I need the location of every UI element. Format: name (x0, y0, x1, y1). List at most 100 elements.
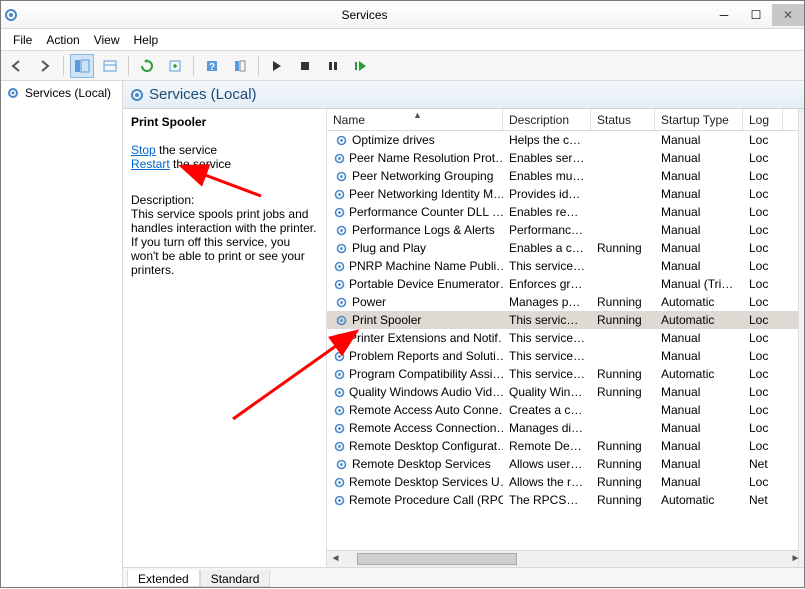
col-logon[interactable]: Log (743, 109, 783, 130)
vertical-scroll-strip[interactable] (798, 109, 804, 567)
sort-indicator-icon: ▲ (413, 110, 422, 120)
table-row[interactable]: Remote Desktop ServicesAllows user…Runni… (327, 455, 804, 473)
tab-standard[interactable]: Standard (200, 570, 271, 587)
service-status-cell: Running (591, 313, 655, 327)
start-service-button[interactable] (265, 54, 289, 78)
minimize-button[interactable]: ─ (708, 4, 740, 26)
menu-help[interactable]: Help (128, 31, 165, 49)
export-list-button[interactable] (163, 54, 187, 78)
service-logon-cell: Net (743, 457, 783, 471)
restart-line: Restart the service (131, 157, 318, 171)
col-status[interactable]: Status (591, 109, 655, 130)
table-row[interactable]: Optimize drivesHelps the c…ManualLoc (327, 131, 804, 149)
scroll-left-icon[interactable]: ◄ (327, 551, 344, 566)
sidebar-toggle-button[interactable] (228, 54, 252, 78)
refresh-button[interactable] (135, 54, 159, 78)
table-row[interactable]: Performance Counter DLL …Enables rem…Man… (327, 203, 804, 221)
stop-service-button[interactable] (293, 54, 317, 78)
service-desc-cell: Allows the r… (503, 475, 591, 489)
table-row[interactable]: Remote Desktop Configurat…Remote Des…Run… (327, 437, 804, 455)
table-row[interactable]: Printer Extensions and Notif…This servic… (327, 329, 804, 347)
help-button[interactable]: ? (200, 54, 224, 78)
menu-action[interactable]: Action (40, 31, 85, 49)
col-startup[interactable]: Startup Type (655, 109, 743, 130)
service-startup-cell: Manual (655, 151, 743, 165)
scrollbar-thumb[interactable] (357, 553, 517, 565)
service-startup-cell: Manual (655, 331, 743, 345)
service-startup-cell: Automatic (655, 367, 743, 381)
gear-icon (333, 296, 349, 309)
forward-button[interactable] (33, 54, 57, 78)
gear-icon (333, 350, 346, 363)
gear-icon (333, 368, 346, 381)
service-desc-cell: This service… (503, 331, 591, 345)
service-startup-cell: Manual (655, 439, 743, 453)
service-status-cell: Running (591, 241, 655, 255)
gear-icon (333, 314, 349, 327)
restart-service-button[interactable] (349, 54, 373, 78)
table-row[interactable]: Remote Desktop Services U…Allows the r…R… (327, 473, 804, 491)
maximize-button[interactable]: ☐ (740, 4, 772, 26)
service-startup-cell: Manual (655, 241, 743, 255)
gear-icon (333, 278, 346, 291)
service-name-cell: Remote Desktop Services (352, 457, 491, 471)
selected-service-name: Print Spooler (131, 115, 318, 129)
horizontal-scrollbar[interactable]: ◄ ► (327, 550, 804, 567)
table-row[interactable]: Remote Procedure Call (RPC)The RPCSS …Ru… (327, 491, 804, 509)
service-desc-cell: Performanc… (503, 223, 591, 237)
table-row[interactable]: Performance Logs & AlertsPerformanc…Manu… (327, 221, 804, 239)
service-status-cell: Running (591, 385, 655, 399)
properties-button[interactable] (98, 54, 122, 78)
service-logon-cell: Loc (743, 205, 783, 219)
table-row[interactable]: PNRP Machine Name Publi…This service…Man… (327, 257, 804, 275)
table-row[interactable]: Peer Networking GroupingEnables mul…Manu… (327, 167, 804, 185)
service-desc-cell: Creates a co… (503, 403, 591, 417)
service-startup-cell: Manual (655, 349, 743, 363)
table-row[interactable]: Problem Reports and Soluti…This service…… (327, 347, 804, 365)
gear-icon (333, 134, 349, 147)
service-name-cell: Optimize drives (352, 133, 435, 147)
table-row[interactable]: Plug and PlayEnables a c…RunningManualLo… (327, 239, 804, 257)
menu-view[interactable]: View (88, 31, 126, 49)
menu-file[interactable]: File (7, 31, 38, 49)
service-logon-cell: Loc (743, 259, 783, 273)
service-name-cell: Remote Desktop Services U… (349, 475, 503, 489)
service-logon-cell: Loc (743, 439, 783, 453)
titlebar: Services ─ ☐ ✕ (1, 1, 804, 29)
pause-service-button[interactable] (321, 54, 345, 78)
service-startup-cell: Manual (655, 133, 743, 147)
table-row[interactable]: Quality Windows Audio Vid…Quality Win…Ru… (327, 383, 804, 401)
gear-icon (333, 332, 346, 345)
service-name-cell: Remote Access Auto Conne… (349, 403, 503, 417)
service-desc-cell: Allows user… (503, 457, 591, 471)
service-startup-cell: Manual (655, 385, 743, 399)
table-row[interactable]: Peer Name Resolution Prot…Enables serv…M… (327, 149, 804, 167)
service-logon-cell: Loc (743, 187, 783, 201)
close-button[interactable]: ✕ (772, 4, 804, 26)
tab-extended[interactable]: Extended (127, 570, 200, 587)
table-row[interactable]: PowerManages p…RunningAutomaticLoc (327, 293, 804, 311)
back-button[interactable] (5, 54, 29, 78)
service-desc-cell: Manages p… (503, 295, 591, 309)
service-logon-cell: Loc (743, 367, 783, 381)
table-row[interactable]: Program Compatibility Assi…This service…… (327, 365, 804, 383)
restart-service-link[interactable]: Restart (131, 157, 170, 171)
console-tree-button[interactable] (70, 54, 94, 78)
service-status-cell: Running (591, 439, 655, 453)
service-logon-cell: Loc (743, 169, 783, 183)
service-startup-cell: Automatic (655, 493, 743, 507)
service-name-cell: Performance Counter DLL … (349, 205, 503, 219)
table-row[interactable]: Print SpoolerThis service …RunningAutoma… (327, 311, 804, 329)
gear-icon (333, 224, 349, 237)
service-name-cell: Peer Networking Grouping (352, 169, 493, 183)
stop-suffix: the service (156, 143, 217, 157)
tree-root[interactable]: Services (Local) (3, 85, 120, 101)
table-row[interactable]: Remote Access Connection…Manages di…Manu… (327, 419, 804, 437)
stop-service-link[interactable]: Stop (131, 143, 156, 157)
service-logon-cell: Loc (743, 277, 783, 291)
table-row[interactable]: Remote Access Auto Conne…Creates a co…Ma… (327, 401, 804, 419)
service-desc-cell: Enables a c… (503, 241, 591, 255)
table-row[interactable]: Portable Device Enumerator…Enforces gr…M… (327, 275, 804, 293)
col-description[interactable]: Description (503, 109, 591, 130)
table-row[interactable]: Peer Networking Identity M…Provides ide…… (327, 185, 804, 203)
